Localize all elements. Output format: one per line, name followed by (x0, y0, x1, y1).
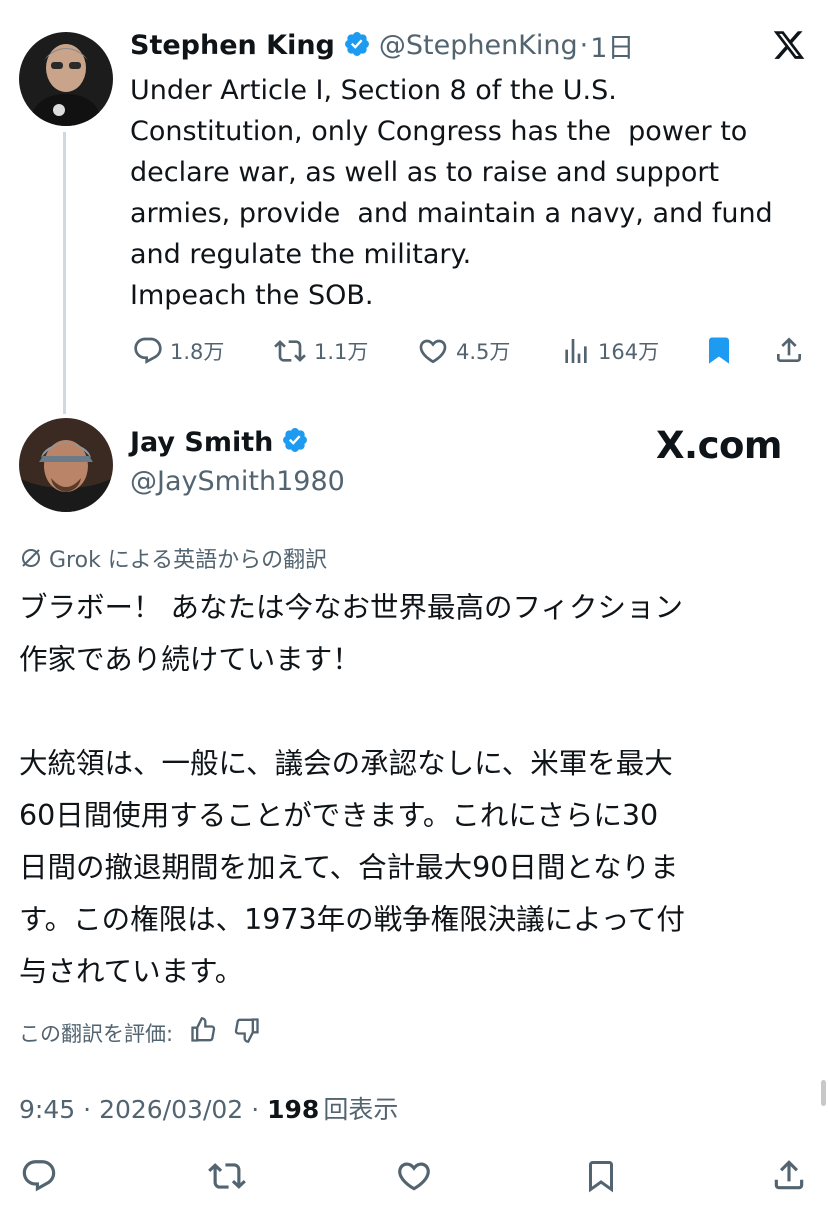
author-handle[interactable]: @StephenKing (379, 30, 578, 61)
tweet-time[interactable]: 1日 (590, 26, 634, 65)
reply-button[interactable] (20, 1157, 58, 1195)
meta-separator: · (83, 1095, 92, 1124)
thumbs-down-icon[interactable] (233, 1016, 261, 1049)
grok-icon (22, 549, 40, 567)
tweet-text-line: armies, provide and maintain a navy, and… (130, 198, 773, 229)
tweet-text-line: Constitution, only Congress has the powe… (130, 116, 748, 147)
like-button[interactable] (394, 1157, 434, 1195)
bookmark-button[interactable] (583, 1157, 619, 1195)
reply-tweet-text: ブラボー！ あなたは今なお世界最高のフィクション 作家であり続けています！ 大統… (19, 582, 819, 998)
views-count: 198 (267, 1095, 320, 1124)
verified-badge-icon (343, 30, 371, 62)
rate-translation-label: この翻訳を評価: (19, 1021, 174, 1046)
jay-smith-avatar[interactable] (19, 418, 113, 512)
view-count: 164万 (598, 340, 660, 364)
rate-translation: この翻訳を評価: (19, 1016, 261, 1049)
repost-button[interactable]: 1.1万 (272, 335, 368, 367)
reply-tweet-header: Jay Smith (130, 426, 309, 458)
like-button[interactable]: 4.5万 (416, 335, 510, 367)
views-label: 回表示 (323, 1095, 399, 1124)
parent-tweet-text: Under Article I, Section 8 of the U.S. C… (130, 70, 820, 316)
bookmark-button[interactable] (704, 334, 734, 366)
x-logo-icon[interactable] (772, 28, 806, 66)
share-button[interactable] (773, 334, 805, 366)
stephen-king-avatar[interactable] (19, 32, 113, 126)
heart-icon (419, 339, 447, 364)
like-count: 4.5万 (456, 340, 511, 364)
translation-label-text: Grok による英語からの翻訳 (49, 548, 328, 573)
tweet-text-line: Under Article I, Section 8 of the U.S. (130, 75, 617, 106)
x-com-watermark: X.com (656, 424, 783, 467)
repost-icon (208, 1163, 246, 1189)
tweet-text-line (19, 686, 819, 738)
thumbs-up-icon[interactable] (189, 1016, 217, 1049)
tweet-text-line: 作家であり続けています！ (19, 643, 361, 676)
tweet-text-line: 日間の撤退期間を加えて、合計最大90日間となりま (19, 851, 679, 884)
share-icon (777, 337, 801, 362)
bookmark-icon (589, 1161, 613, 1193)
reply-button[interactable]: 1.8万 (132, 335, 224, 367)
tweet-text-line: 与されています。 (19, 955, 244, 988)
tweet-text-line: and regulate the military. (130, 239, 472, 270)
author-handle[interactable]: @JaySmith1980 (130, 466, 345, 497)
views-button[interactable]: 164万 (560, 335, 659, 367)
author-name[interactable]: Stephen King (130, 30, 335, 61)
repost-icon (274, 340, 306, 362)
tweet-text-line: ブラボー！ あなたは今なお世界最高のフィクション (19, 591, 683, 624)
tweet-text-line: Impeach the SOB. (130, 280, 374, 311)
reply-count: 1.8万 (170, 340, 225, 364)
share-icon (774, 1160, 804, 1190)
tweet-text-line: declare war, as well as to raise and sup… (130, 157, 720, 188)
tweet-time[interactable]: 9:45 (19, 1095, 75, 1124)
reply-icon (134, 337, 162, 364)
heart-icon (398, 1162, 430, 1191)
tweet-meta: 9:45 · 2026/03/02 · 198 回表示 (19, 1090, 398, 1126)
tweet-text-line: 大統領は、一般に、議会の承認なしに、米軍を最大 (19, 747, 673, 780)
tweet-text-line: す。この権限は、1973年の戦争権限決議によって付 (19, 903, 685, 936)
share-button[interactable] (770, 1156, 808, 1194)
author-name[interactable]: Jay Smith (130, 427, 273, 458)
thread-connector-line (63, 132, 66, 414)
translation-label: Grok による英語からの翻訳 (19, 542, 327, 574)
analytics-icon (565, 339, 587, 363)
views-summary[interactable]: 198 回表示 (267, 1090, 398, 1126)
parent-tweet-header: Stephen King @StephenKing · 1日 (130, 26, 634, 65)
meta-separator: · (251, 1095, 260, 1124)
tweet-text-line: 60日間使用することができます。これにさらに30 (19, 799, 659, 832)
header-separator: · (579, 30, 589, 61)
tweet-date[interactable]: 2026/03/02 (99, 1095, 243, 1124)
repost-count: 1.1万 (314, 340, 369, 364)
verified-badge-icon (281, 426, 309, 458)
reply-icon (22, 1160, 56, 1192)
repost-button[interactable] (206, 1157, 248, 1195)
bookmark-filled-icon (709, 337, 729, 364)
scrollbar[interactable] (821, 1080, 826, 1106)
